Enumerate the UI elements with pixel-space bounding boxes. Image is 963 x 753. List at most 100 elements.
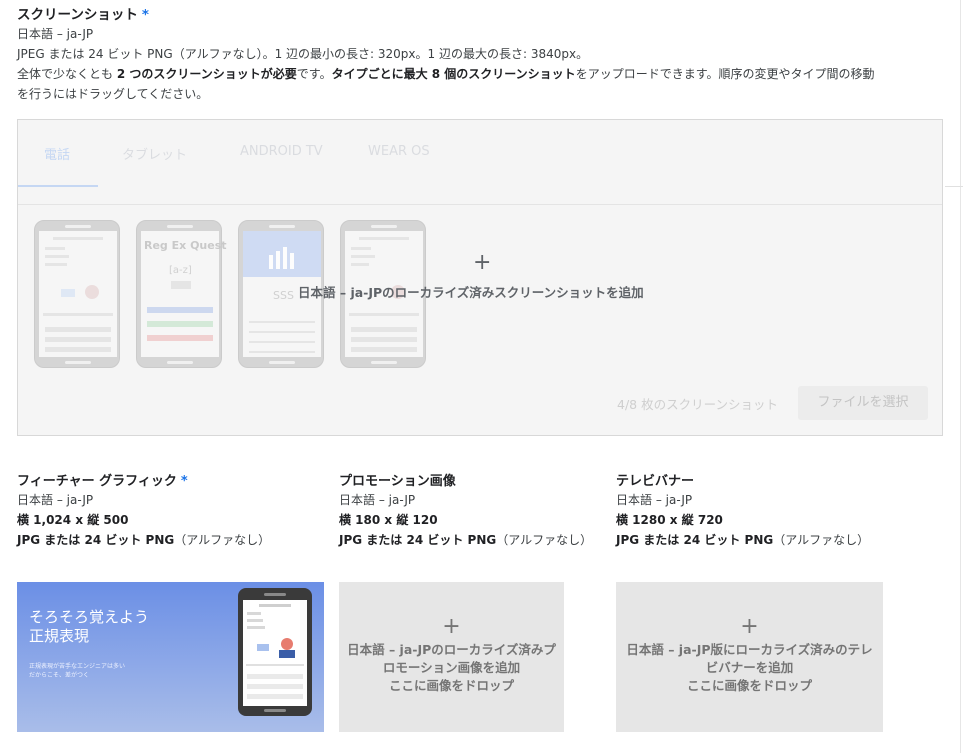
thumb-line xyxy=(43,313,113,316)
screenshots-title-text: スクリーンショット xyxy=(17,7,138,23)
dropzone-line: 日本語 – ja-JP版にローカライズ済みのテレ xyxy=(626,642,873,657)
thumb-button-red xyxy=(147,335,213,341)
thumb-rank: SSS xyxy=(273,289,294,302)
size-text: 横 180 x 縦 120 xyxy=(339,513,438,527)
tv-banner-size: 横 1280 x 縦 720 xyxy=(616,511,723,528)
tab-android-tv[interactable]: ANDROID TV xyxy=(240,144,323,159)
feature-graphic-image[interactable]: そろそろ覚えよう 正規表現 正規表現が苦手なエンジニアは多い だからこそ、差がつく xyxy=(17,582,324,732)
tv-banner-dropzone[interactable]: + 日本語 – ja-JP版にローカライズ済みのテレ ビバナーを追加ここに画像をド… xyxy=(616,582,883,732)
thumb-app-title: Reg Ex Quest xyxy=(144,239,227,252)
feature-graphic-language: 日本語 – ja-JP xyxy=(17,493,94,507)
phone-button xyxy=(247,694,303,699)
tab-phone[interactable]: 電話 xyxy=(44,144,70,163)
choose-file-button[interactable]: ファイルを選択 xyxy=(798,386,928,420)
feature-graphic-title-text: フィーチャー グラフィック xyxy=(17,474,177,489)
thumb-bar xyxy=(276,251,280,269)
thumb-bar xyxy=(269,255,273,269)
thumb-button xyxy=(45,337,111,342)
thumb-line xyxy=(351,247,371,250)
note-bold: タイプごとに最大 8 個のスクリーンショット xyxy=(331,67,576,81)
thumb-line xyxy=(45,255,69,258)
feature-graphic-title: フィーチャー グラフィック * xyxy=(17,470,188,489)
promo-image-size: 横 180 x 縦 120 xyxy=(339,511,438,528)
thumb-regex: [a-z] xyxy=(169,265,192,276)
screenshots-note-line-1: 全体で少なくとも 2 つのスクリーンショットが必要です。タイプごとに最大 8 個… xyxy=(17,65,875,82)
screenshots-requirements: JPEG または 24 ビット PNG（アルファなし）。1 辺の最小の長さ: 3… xyxy=(17,47,589,61)
thumb-button xyxy=(351,347,417,352)
thumb-illustration xyxy=(85,285,99,299)
tv-banner-format: JPG または 24 ビット PNG（アルファなし） xyxy=(616,531,869,548)
thumbnail-screen: Reg Ex Quest [a-z] xyxy=(141,231,227,357)
tv-banner-title: テレビバナー xyxy=(616,474,695,489)
thumb-button-blue xyxy=(147,307,213,313)
thumb-bar xyxy=(283,247,287,269)
phone-button xyxy=(247,684,303,689)
format-text: JPG または xyxy=(339,533,407,547)
tv-banner-language: 日本語 – ja-JP xyxy=(616,493,693,507)
feature-headline-line-2: 正規表現 xyxy=(29,627,90,645)
screenshots-panel: 電話 タブレット ANDROID TV WEAR OS Reg Ex Quest… xyxy=(17,119,943,436)
phone-home-bar xyxy=(65,361,91,364)
add-localized-screenshot-link[interactable]: 日本語 – ja-JPのローカライズ済みスクリーンショットを追加 xyxy=(298,282,644,301)
thumb-bar xyxy=(290,253,294,269)
dropzone-line: ビバナーを追加 xyxy=(705,660,794,675)
required-mark: * xyxy=(141,7,149,23)
thumbnail-screen xyxy=(39,231,117,357)
phone-button xyxy=(247,674,303,679)
thumb-header-chart xyxy=(243,231,321,277)
thumb-line xyxy=(53,237,103,240)
format-text: （アルファなし） xyxy=(496,533,593,547)
feature-headline: そろそろ覚えよう 正規表現 xyxy=(29,608,149,646)
thumb-line xyxy=(249,341,315,343)
tab-wear-os[interactable]: WEAR OS xyxy=(368,144,430,159)
format-text: JPG または xyxy=(17,533,85,547)
add-screenshot-plus-icon[interactable]: + xyxy=(473,252,491,274)
thumb-button-green xyxy=(147,321,213,327)
format-bold: 24 ビット PNG xyxy=(84,533,175,547)
note-bold: 2 つのスクリーンショットが必要 xyxy=(116,67,297,81)
add-plus-icon: + xyxy=(442,614,461,639)
phone-home-bar xyxy=(167,361,193,364)
thumb-box xyxy=(171,281,191,289)
dropzone-line: ここに画像をドロップ xyxy=(686,678,812,693)
feature-headline-line-1: そろそろ覚えよう xyxy=(29,608,150,626)
screenshots-note-line-2: を行うにはドラッグしてください。 xyxy=(17,87,209,101)
screenshot-count: 4/8 枚のスクリーンショット xyxy=(617,397,778,412)
format-bold: 24 ビット PNG xyxy=(683,533,774,547)
required-mark: * xyxy=(180,474,188,489)
phone-speaker xyxy=(65,225,91,228)
dropzone-line: 日本語 – ja-JPのローカライズ済みプ xyxy=(347,642,556,657)
add-plus-icon: + xyxy=(740,614,759,639)
feature-phone-mockup xyxy=(238,588,312,716)
feature-subtext-line-2: だからこそ、差がつく xyxy=(29,672,90,679)
active-tab-indicator xyxy=(18,185,98,187)
thumb-button xyxy=(351,327,417,332)
phone-illustration-person xyxy=(281,638,293,650)
thumb-button xyxy=(351,337,417,342)
thumb-line xyxy=(359,237,409,240)
format-text: （アルファなし） xyxy=(773,533,870,547)
promo-image-dropzone[interactable]: + 日本語 – ja-JPのローカライズ済みプ ロモーション画像を追加 ここに画像を… xyxy=(339,582,564,732)
screenshots-title: スクリーンショット * xyxy=(17,3,149,23)
promo-dropzone-text: 日本語 – ja-JPのローカライズ済みプ ロモーション画像を追加 ここに画像をドロ… xyxy=(339,641,564,695)
promo-image-language: 日本語 – ja-JP xyxy=(339,493,416,507)
screenshot-thumbnail-1[interactable] xyxy=(34,220,120,368)
thumb-line xyxy=(249,331,315,333)
phone-speaker xyxy=(167,225,193,228)
feature-subtext-line-1: 正規表現が苦手なエンジニアは多い xyxy=(29,663,126,670)
phone-speaker xyxy=(264,593,286,596)
section-divider xyxy=(945,186,963,187)
thumb-illustration xyxy=(61,289,75,297)
screenshot-thumbnail-2[interactable]: Reg Ex Quest [a-z] xyxy=(136,220,227,368)
feature-graphic-size: 横 1,024 x 縦 500 xyxy=(17,511,128,528)
thumb-line xyxy=(249,351,315,353)
tv-dropzone-text: 日本語 – ja-JP版にローカライズ済みのテレ ビバナーを追加ここに画像をドロッ… xyxy=(616,641,883,695)
tab-tablet[interactable]: タブレット xyxy=(122,144,187,163)
note-text: です。 xyxy=(296,67,332,81)
dropzone-line: ロモーション画像を追加 xyxy=(382,660,521,675)
phone-home-bar xyxy=(371,361,397,364)
thumb-line xyxy=(45,247,65,250)
format-text: JPG または xyxy=(616,533,684,547)
size-text: 横 1280 x 縦 720 xyxy=(616,513,723,527)
dropzone-line: ここに画像をドロップ xyxy=(388,678,514,693)
